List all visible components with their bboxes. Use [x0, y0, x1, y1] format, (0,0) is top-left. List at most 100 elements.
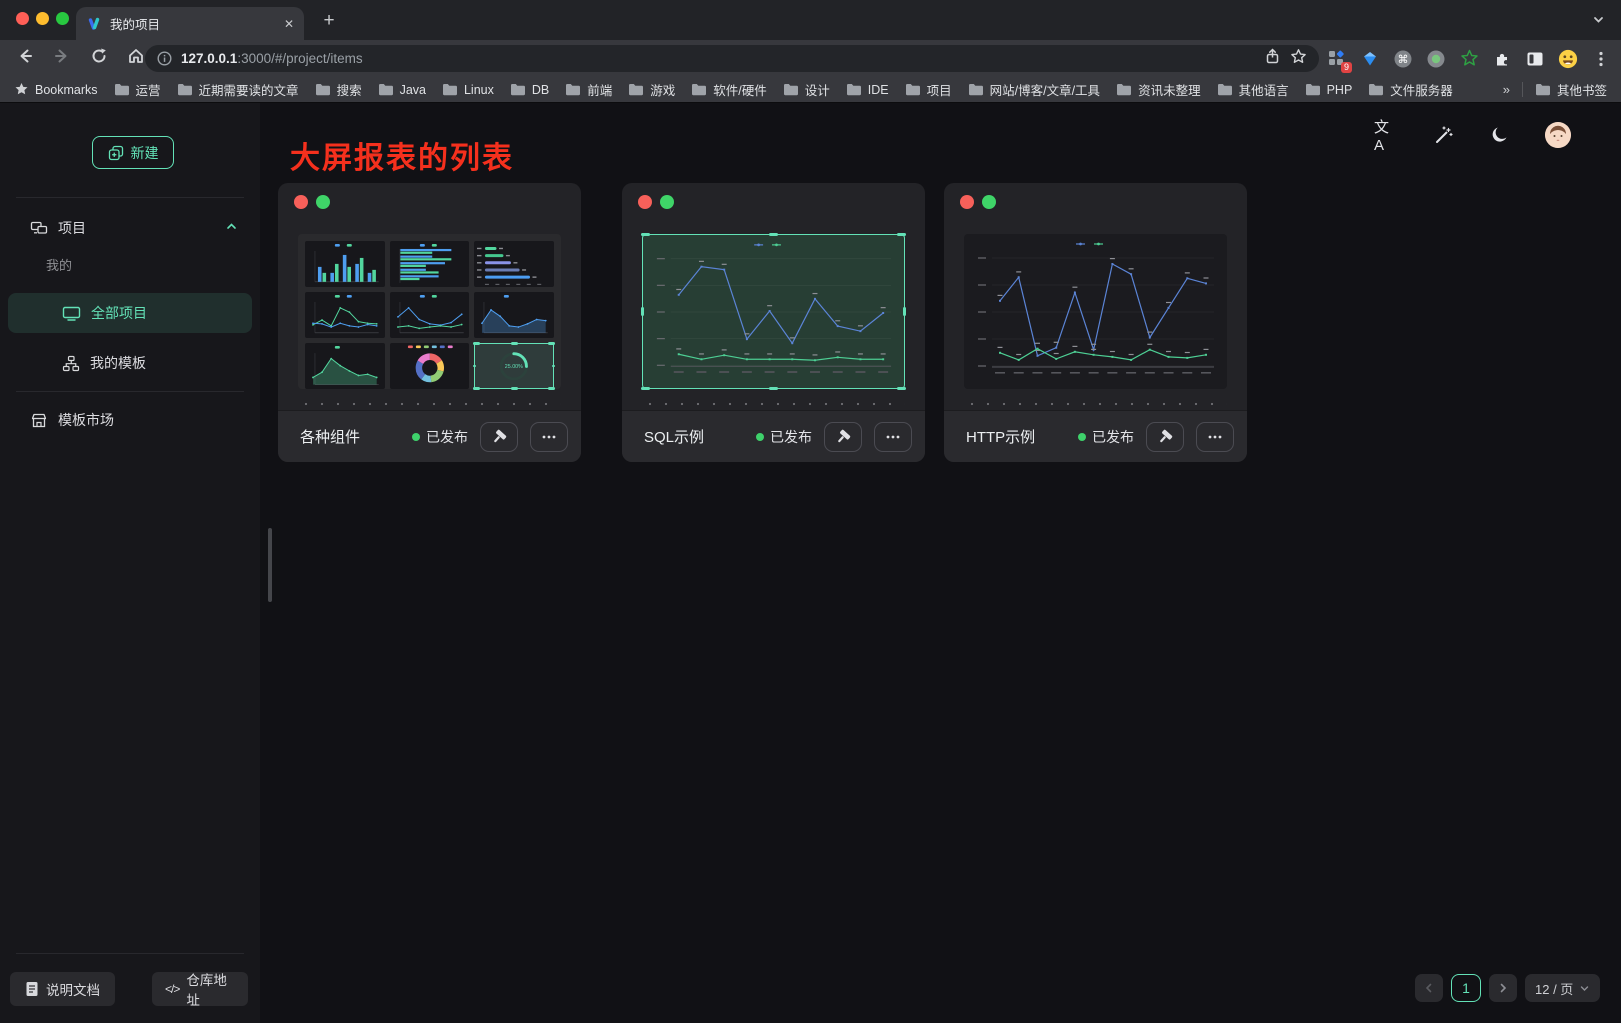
document-icon — [25, 981, 39, 997]
project-preview-thumbnail[interactable] — [964, 234, 1227, 389]
bookmark-folder[interactable]: 近期需要读的文章 — [177, 80, 299, 99]
bookmark-folder[interactable]: 搜索 — [315, 80, 362, 99]
selection-handle[interactable] — [511, 342, 518, 345]
selection-handle[interactable] — [552, 365, 555, 368]
ellipsis-icon — [541, 429, 557, 445]
extension-green-star-icon[interactable] — [1459, 49, 1479, 69]
page-number-button[interactable]: 1 — [1451, 974, 1481, 1002]
project-name: HTTP示例 — [966, 426, 1035, 447]
docs-button[interactable]: 说明文档 — [10, 972, 115, 1006]
traffic-light-minimize[interactable] — [36, 12, 49, 25]
browser-tab[interactable]: 我的项目 ✕ — [76, 7, 304, 40]
bookmark-folder[interactable]: DB — [510, 83, 549, 97]
bookmark-folder[interactable]: PHP — [1305, 83, 1353, 97]
tab-close-icon[interactable]: ✕ — [284, 17, 294, 31]
extension-grid-icon[interactable]: 9 — [1327, 49, 1347, 69]
bookmark-folder[interactable]: 前端 — [565, 80, 612, 99]
browser-menu-kebab-icon[interactable] — [1591, 49, 1611, 69]
edit-project-button[interactable] — [824, 422, 862, 452]
bookmark-folder[interactable]: 其他语言 — [1217, 80, 1289, 99]
sidebar-item-template-market[interactable]: 模板市场 — [0, 403, 260, 437]
reload-button[interactable] — [90, 47, 108, 70]
project-preview-thumbnail[interactable]: 25.00% — [298, 234, 561, 389]
bookmark-folder[interactable]: 运营 — [114, 80, 161, 99]
selection-handle[interactable] — [769, 387, 778, 390]
folder-icon — [510, 83, 526, 96]
site-info-icon[interactable] — [157, 51, 172, 66]
folder-icon — [177, 83, 193, 96]
bookmarks-overflow-chevron[interactable]: » — [1503, 82, 1510, 97]
bookmark-star-icon[interactable] — [1290, 48, 1307, 70]
mini-chart-capsule — [474, 241, 554, 287]
traffic-light-close[interactable] — [16, 12, 29, 25]
traffic-light-zoom[interactable] — [56, 12, 69, 25]
project-preview-thumbnail[interactable] — [642, 234, 905, 389]
extension-gem-icon[interactable] — [1360, 49, 1380, 69]
edit-project-button[interactable] — [1146, 422, 1184, 452]
translate-icon[interactable]: 文A — [1374, 123, 1398, 147]
sitemap-icon — [62, 355, 80, 372]
selection-handle[interactable] — [511, 387, 518, 390]
extension-command-icon[interactable]: ⌘ — [1393, 49, 1413, 69]
selection-handle[interactable] — [769, 233, 778, 236]
project-card[interactable]: HTTP示例 已发布 — [944, 183, 1247, 462]
share-icon[interactable] — [1264, 48, 1281, 70]
bookmarks-root-label: Bookmarks — [35, 83, 98, 97]
edit-project-button[interactable] — [480, 422, 518, 452]
selection-handle[interactable] — [641, 387, 650, 390]
selection-handle[interactable] — [548, 387, 555, 390]
prev-page-button[interactable] — [1415, 974, 1443, 1002]
bookmarks-root[interactable]: Bookmarks — [14, 82, 98, 97]
dark-mode-moon-icon[interactable] — [1488, 123, 1512, 147]
pagination: 1 12 / 页 — [1415, 974, 1600, 1002]
bookmark-folder[interactable]: 资讯未整理 — [1116, 80, 1201, 99]
address-bar[interactable]: 127.0.0.1:3000/#/project/items — [145, 45, 1319, 72]
chevron-up-icon[interactable] — [225, 220, 238, 236]
bookmark-folder[interactable]: 文件服务器 — [1368, 80, 1453, 99]
new-project-button[interactable]: 新建 — [92, 136, 174, 169]
sidebar-item-all-projects[interactable]: 全部项目 — [8, 293, 252, 333]
more-actions-button[interactable] — [1196, 422, 1234, 452]
home-button[interactable] — [127, 47, 145, 70]
bookmark-folder[interactable]: Linux — [442, 83, 494, 97]
bookmark-folder[interactable]: 软件/硬件 — [691, 80, 766, 99]
bookmark-folder[interactable]: 设计 — [783, 80, 830, 99]
project-card[interactable]: SQL示例 已发布 — [622, 183, 925, 462]
sidebar-section-project[interactable]: 项目 — [0, 211, 260, 245]
chevron-down-icon — [1579, 983, 1590, 994]
tab-search-chevron-icon[interactable] — [1592, 13, 1605, 31]
sidebar-item-my-templates[interactable]: 我的模板 — [0, 346, 260, 380]
more-actions-button[interactable] — [874, 422, 912, 452]
page-size-select[interactable]: 12 / 页 — [1525, 974, 1600, 1002]
user-avatar[interactable] — [1545, 122, 1571, 148]
magic-wand-icon[interactable] — [1431, 123, 1455, 147]
bookmark-folder[interactable]: IDE — [846, 83, 889, 97]
repo-button[interactable]: </> 仓库地址 — [152, 972, 248, 1006]
goview-app: 新建 项目 我的 全部项目 — [0, 103, 1621, 1023]
extensions-puzzle-icon[interactable] — [1492, 49, 1512, 69]
bookmark-folder[interactable]: Java — [378, 83, 426, 97]
more-actions-button[interactable] — [530, 422, 568, 452]
new-tab-button[interactable]: + — [316, 8, 342, 34]
svg-text:25.00%: 25.00% — [505, 364, 523, 370]
bookmark-folder[interactable]: 项目 — [905, 80, 952, 99]
selection-handle[interactable] — [473, 387, 480, 390]
selection-handle[interactable] — [473, 342, 480, 345]
project-card[interactable]: 25.00% 各种组件 已发布 — [278, 183, 581, 462]
next-page-button[interactable] — [1489, 974, 1517, 1002]
forward-button[interactable] — [53, 47, 71, 70]
side-panel-icon[interactable] — [1525, 49, 1545, 69]
back-button[interactable] — [16, 47, 34, 70]
bookmark-folder[interactable]: 网站/博客/文章/工具 — [968, 80, 1100, 99]
other-bookmarks[interactable]: 其他书签 — [1535, 80, 1607, 99]
selection-handle[interactable] — [641, 233, 650, 236]
extension-recorder-icon[interactable] — [1426, 49, 1446, 69]
selection-handle[interactable] — [897, 387, 906, 390]
selection-handle[interactable] — [897, 233, 906, 236]
profile-avatar-smiley[interactable] — [1558, 49, 1578, 69]
selection-handle[interactable] — [548, 342, 555, 345]
selection-handle[interactable] — [903, 307, 906, 316]
bookmark-folder[interactable]: 游戏 — [628, 80, 675, 99]
selection-handle[interactable] — [641, 307, 644, 316]
scrollbar-thumb[interactable] — [268, 528, 272, 602]
